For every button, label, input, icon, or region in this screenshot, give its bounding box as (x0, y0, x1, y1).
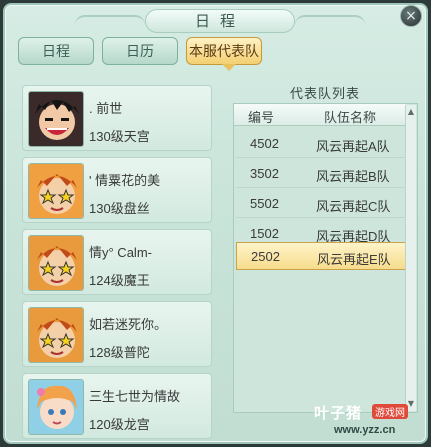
member-level: 130级天宫 (89, 129, 150, 144)
avatar (28, 235, 84, 291)
table-row[interactable]: 3502 风云再起B队 (236, 160, 406, 188)
member-name: . 前世 (89, 101, 123, 116)
watermark-url: www.yzz.cn (334, 424, 396, 436)
team-code: 1502 (250, 226, 279, 241)
team-name: 风云再起A队 (316, 139, 390, 154)
scroll-up-icon[interactable]: ▲ (406, 107, 416, 117)
team-name: 风云再起E队 (317, 252, 391, 267)
member-card[interactable]: 情y° Calm- 124级魔王 (22, 229, 212, 295)
team-code: 3502 (250, 166, 279, 181)
team-code: 5502 (250, 196, 279, 211)
column-header-code: 编号 (248, 110, 275, 125)
team-list: 编号 队伍名称 4502 风云再起A队 3502 风云再起B队 5502 风云再… (233, 103, 418, 413)
schedule-window: 日程 × 日程 日历 本服代表队 . 前世 130级天宫 ' 情粟花的美 130… (3, 3, 428, 444)
tab-calendar[interactable]: 日历 (102, 37, 178, 65)
table-row[interactable]: 5502 风云再起C队 (236, 190, 406, 218)
close-icon[interactable]: × (400, 5, 422, 27)
member-card[interactable]: 如若迷死你。 128级普陀 (22, 301, 212, 367)
member-card[interactable]: ' 情粟花的美 130级盘丝 (22, 157, 212, 223)
avatar (28, 91, 84, 147)
member-name: 情y° Calm- (89, 245, 152, 260)
title-ornament-right (295, 15, 365, 25)
tab-schedule[interactable]: 日程 (18, 37, 94, 65)
member-card[interactable]: . 前世 130级天宫 (22, 85, 212, 151)
avatar (28, 379, 84, 435)
team-member-list: . 前世 130级天宫 ' 情粟花的美 130级盘丝 情y° Calm- 124… (22, 85, 217, 445)
team-list-title: 代表队列表 (289, 86, 360, 101)
team-name: 风云再起B队 (316, 169, 390, 184)
member-level: 128级普陀 (89, 345, 150, 360)
member-name: ' 情粟花的美 (89, 173, 161, 188)
member-card[interactable]: 三生七世为情故 120级龙宫 (22, 373, 212, 439)
team-code: 2502 (251, 249, 280, 264)
table-row-selected[interactable]: 2502 风云再起E队 (236, 242, 406, 270)
watermark-brand: 叶子猪 (314, 405, 363, 422)
table-row[interactable]: 4502 风云再起A队 (236, 130, 406, 158)
team-list-header: 编号 队伍名称 (234, 104, 406, 126)
title-ornament-left (75, 15, 145, 25)
avatar (28, 163, 84, 219)
team-name: 风云再起C队 (316, 199, 391, 214)
avatar (28, 307, 84, 363)
team-code: 4502 (250, 136, 279, 151)
column-header-team-name: 队伍名称 (324, 110, 377, 125)
member-name: 如若迷死你。 (89, 317, 168, 332)
member-level: 124级魔王 (89, 273, 150, 288)
window-title: 日程 (145, 9, 295, 33)
tab-server-team[interactable]: 本服代表队 (186, 37, 262, 65)
member-name: 三生七世为情故 (89, 389, 181, 404)
watermark-tag: 游戏网 (372, 404, 408, 419)
member-level: 120级龙宫 (89, 417, 150, 432)
active-tab-pointer (222, 64, 236, 71)
team-list-scrollbar[interactable]: ▲ ▼ (405, 105, 416, 411)
member-level: 130级盘丝 (89, 201, 150, 216)
watermark-logo: 叶子猪 游戏网 www.yzz.cn (314, 400, 426, 444)
